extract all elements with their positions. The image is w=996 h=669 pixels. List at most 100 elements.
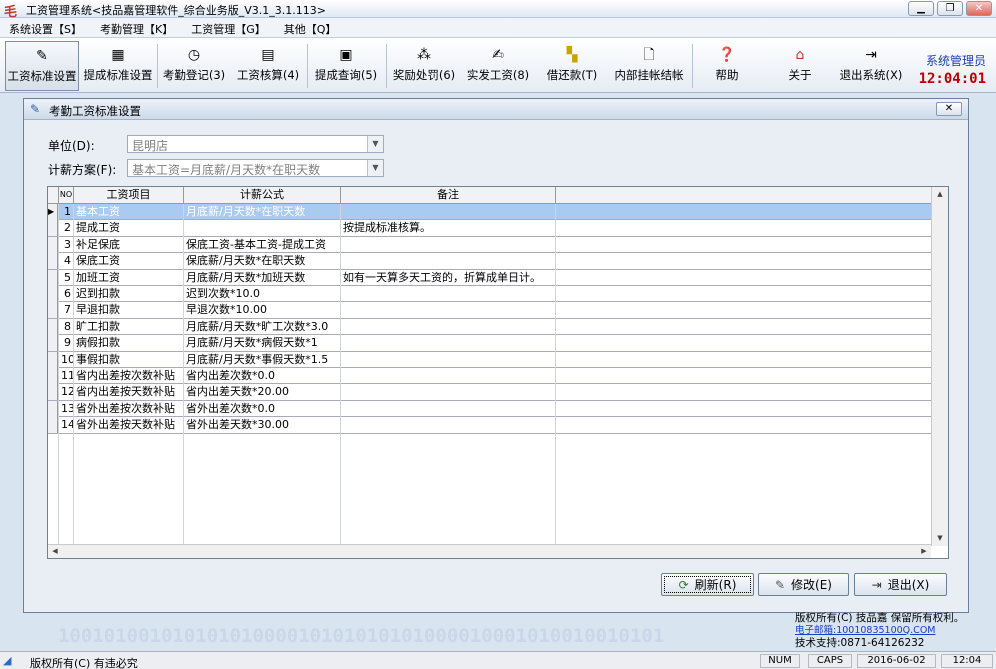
cell-formula[interactable]: 早退次数*10.00 (184, 302, 341, 319)
cell-item[interactable]: 旷工扣款 (74, 318, 184, 335)
close-button[interactable]: ✕ (966, 1, 992, 16)
cell-note[interactable] (341, 318, 556, 335)
cell-note[interactable] (341, 417, 556, 434)
row-selector[interactable] (48, 335, 58, 352)
toolbar-commission-query-button[interactable]: ▣ 提成查询(5) (310, 41, 382, 91)
row-selector[interactable] (48, 236, 58, 253)
row-selector[interactable] (48, 253, 58, 270)
col-header-formula[interactable]: 计薪公式 (184, 187, 341, 203)
row-selector[interactable] (48, 269, 58, 286)
row-selector[interactable] (48, 286, 58, 302)
row-selector[interactable] (48, 220, 58, 237)
cell-formula[interactable]: 月底薪/月天数*病假天数*1 (184, 335, 341, 352)
scroll-up-icon[interactable]: ▲ (932, 187, 948, 202)
cell-no[interactable]: 10 (59, 351, 74, 368)
row-selector[interactable] (48, 417, 58, 434)
toolbar-reward-penalty-button[interactable]: ⁂ 奖励处罚(6) (389, 41, 459, 91)
cell-item[interactable]: 病假扣款 (74, 335, 184, 352)
cell-item[interactable]: 基本工资 (74, 204, 184, 220)
cell-note[interactable]: 按提成标准核算。 (341, 220, 556, 237)
cell-note[interactable] (341, 351, 556, 368)
toolbar-attendance-button[interactable]: ◷ 考勤登记(3) (159, 41, 229, 91)
table-row[interactable]: 3 补足保底 保底工资-基本工资-提成工资 (48, 236, 931, 254)
table-row[interactable]: 6 迟到扣款 迟到次数*10.0 (48, 286, 931, 303)
toolbar-loan-button[interactable]: ▚ 借还款(T) (539, 41, 605, 91)
cell-note[interactable]: 如有一天算多天工资的，折算成单日计。 (341, 269, 556, 286)
toolbar-salary-standard-button[interactable]: ✎ 工资标准设置 (5, 41, 79, 91)
cell-formula[interactable]: 月底薪/月天数*事假天数*1.5 (184, 351, 341, 368)
cell-note[interactable] (341, 253, 556, 270)
table-row[interactable]: 13 省外出差按次数补贴 省外出差次数*0.0 (48, 400, 931, 418)
toolbar-internal-account-button[interactable]: 🗋 内部挂帐结帐 (611, 41, 687, 91)
menu-attendance[interactable]: 考勤管理【K】 (91, 18, 182, 37)
refresh-button[interactable]: ⟳ 刷新(R) (661, 573, 754, 596)
col-header-no[interactable]: NO (59, 187, 74, 203)
row-selector[interactable] (48, 318, 58, 335)
cell-item[interactable]: 省内出差按天数补贴 (74, 384, 184, 401)
row-selector[interactable] (48, 302, 58, 319)
salary-item-grid[interactable]: NO 工资项目 计薪公式 备注 ▶ 1 基本工资 月底薪/月天数*在职天数 2 提成工资 按… (47, 186, 949, 559)
cell-formula[interactable] (184, 220, 341, 237)
cell-formula[interactable]: 省内出差天数*20.00 (184, 384, 341, 401)
cell-formula[interactable]: 省内出差次数*0.0 (184, 368, 341, 384)
cell-item[interactable]: 加班工资 (74, 269, 184, 286)
cell-formula[interactable]: 月底薪/月天数*在职天数 (184, 204, 341, 220)
horizontal-scrollbar[interactable]: ◀ ▶ (48, 544, 931, 558)
toolbar-actual-salary-button[interactable]: ✍ 实发工资(8) (462, 41, 534, 91)
cell-no[interactable]: 5 (59, 269, 74, 286)
unit-select[interactable]: 昆明店 ▼ (127, 135, 384, 153)
cell-formula[interactable]: 月底薪/月天数*加班天数 (184, 269, 341, 286)
cell-item[interactable]: 省外出差按次数补贴 (74, 400, 184, 417)
minimize-button[interactable]: ▁ (908, 1, 934, 16)
cell-item[interactable]: 事假扣款 (74, 351, 184, 368)
cell-item[interactable]: 迟到扣款 (74, 286, 184, 302)
row-selector[interactable] (48, 400, 58, 417)
toolbar-exit-button[interactable]: ⇥ 退出系统(X) (836, 41, 906, 91)
cell-item[interactable]: 保底工资 (74, 253, 184, 270)
table-row[interactable]: 4 保底工资 保底薪/月天数*在职天数 (48, 253, 931, 270)
cell-no[interactable]: 6 (59, 286, 74, 302)
vertical-scrollbar[interactable]: ▲ ▼ (931, 187, 948, 546)
col-header-item[interactable]: 工资项目 (74, 187, 184, 203)
cell-note[interactable] (341, 302, 556, 319)
cell-formula[interactable]: 保底工资-基本工资-提成工资 (184, 236, 341, 253)
table-row[interactable]: ▶ 1 基本工资 月底薪/月天数*在职天数 (48, 204, 931, 221)
row-selector[interactable] (48, 368, 58, 384)
cell-formula[interactable]: 保底薪/月天数*在职天数 (184, 253, 341, 270)
table-row[interactable]: 8 旷工扣款 月底薪/月天数*旷工次数*3.0 (48, 318, 931, 336)
toolbar-about-button[interactable]: ⌂ 关于 (773, 41, 827, 91)
scroll-down-icon[interactable]: ▼ (932, 531, 948, 546)
row-selector[interactable] (48, 384, 58, 401)
cell-no[interactable]: 2 (59, 220, 74, 237)
cell-note[interactable] (341, 204, 556, 220)
col-header-note[interactable]: 备注 (341, 187, 556, 203)
restore-button[interactable]: ❐ (937, 1, 963, 16)
toolbar-salary-calc-button[interactable]: ▤ 工资核算(4) (232, 41, 304, 91)
table-row[interactable]: 14 省外出差按天数补贴 省外出差天数*30.00 (48, 417, 931, 434)
cell-note[interactable] (341, 384, 556, 401)
cell-no[interactable]: 4 (59, 253, 74, 270)
edit-button[interactable]: ✎ 修改(E) (758, 573, 849, 596)
menu-other[interactable]: 其他【Q】 (275, 18, 346, 37)
cell-formula[interactable]: 省外出差次数*0.0 (184, 400, 341, 417)
exit-button[interactable]: ⇥ 退出(X) (854, 573, 947, 596)
cell-no[interactable]: 9 (59, 335, 74, 352)
menu-system-settings[interactable]: 系统设置【S】 (0, 18, 91, 37)
cell-no[interactable]: 7 (59, 302, 74, 319)
email-link[interactable]: 电子邮箱:10010835100Q.COM (795, 625, 964, 638)
cell-no[interactable]: 13 (59, 400, 74, 417)
cell-no[interactable]: 14 (59, 417, 74, 434)
toolbar-commission-standard-button[interactable]: ▦ 提成标准设置 (81, 41, 155, 91)
table-row[interactable]: 7 早退扣款 早退次数*10.00 (48, 302, 931, 319)
cell-item[interactable]: 提成工资 (74, 220, 184, 237)
cell-note[interactable] (341, 368, 556, 384)
cell-item[interactable]: 补足保底 (74, 236, 184, 253)
table-row[interactable]: 2 提成工资 按提成标准核算。 (48, 220, 931, 237)
scroll-left-icon[interactable]: ◀ (48, 545, 62, 558)
table-row[interactable]: 11 省内出差按次数补贴 省内出差次数*0.0 (48, 368, 931, 385)
dialog-close-button[interactable]: ✕ (936, 102, 962, 116)
cell-item[interactable]: 早退扣款 (74, 302, 184, 319)
table-row[interactable]: 9 病假扣款 月底薪/月天数*病假天数*1 (48, 335, 931, 352)
cell-item[interactable]: 省内出差按次数补贴 (74, 368, 184, 384)
cell-note[interactable] (341, 335, 556, 352)
